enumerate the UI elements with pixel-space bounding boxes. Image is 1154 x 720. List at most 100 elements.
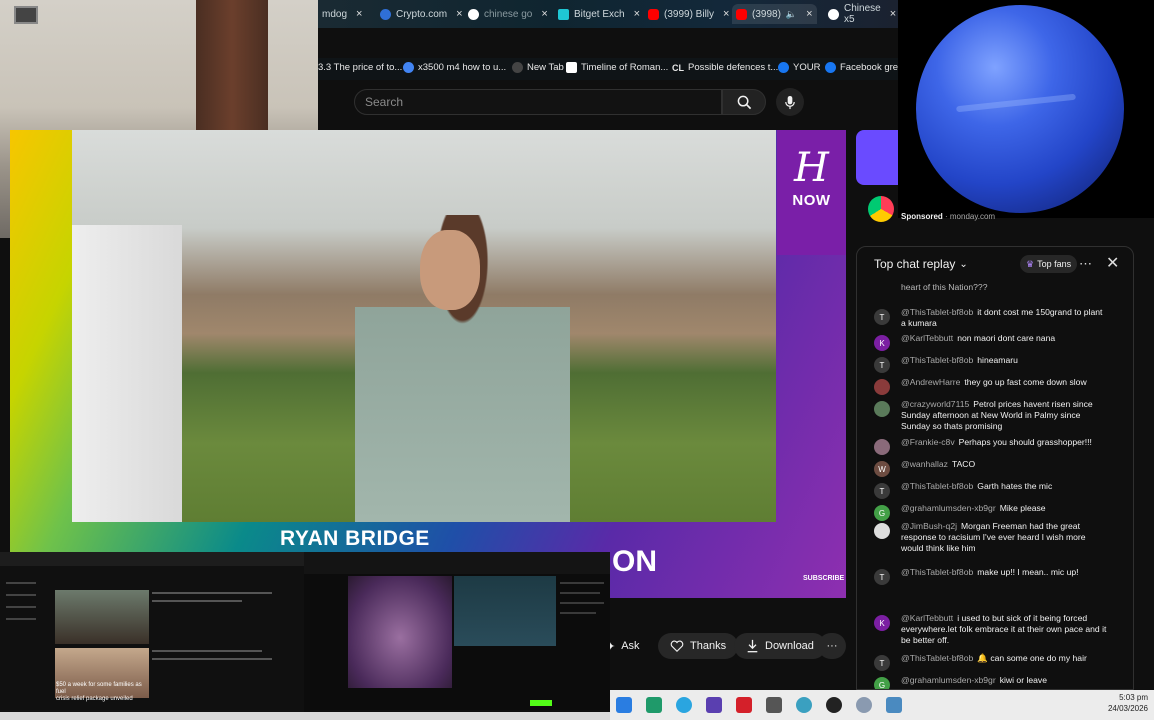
- chat-author[interactable]: @JimBush-q2j: [901, 521, 957, 531]
- chat-author[interactable]: @ThisTablet-bf8ob: [901, 653, 973, 663]
- app-icon[interactable]: [736, 697, 752, 713]
- wikipedia-icon: [566, 62, 577, 73]
- neptune-planet: [916, 5, 1124, 213]
- browser-tab[interactable]: Bitget Exch ×: [554, 4, 644, 24]
- stream-follow-button: [530, 700, 552, 706]
- start-icon[interactable]: [616, 697, 632, 713]
- bookmark[interactable]: 3.3 The price of to...: [318, 62, 402, 73]
- bookmark[interactable]: Timeline of Roman...: [566, 62, 668, 73]
- chat-message: @crazyworld7115 Petrol prices havent rise…: [901, 399, 1109, 432]
- chat-author[interactable]: @wanhallaz: [901, 459, 948, 469]
- app-icon[interactable]: [646, 697, 662, 713]
- chat-author[interactable]: @ThisTablet-bf8ob: [901, 307, 973, 317]
- close-icon[interactable]: ×: [456, 8, 462, 20]
- chat-text: hineamaru: [977, 355, 1018, 365]
- app-icon[interactable]: [706, 697, 722, 713]
- text-line: [560, 602, 604, 604]
- chat-author[interactable]: @crazyworld7115: [901, 399, 969, 409]
- voice-search-button[interactable]: [776, 88, 804, 116]
- thanks-button[interactable]: Thanks: [658, 633, 739, 659]
- chat-avatar[interactable]: T: [874, 309, 890, 325]
- chat-avatar[interactable]: K: [874, 615, 890, 631]
- bookmark[interactable]: YOUR: [778, 62, 820, 73]
- clock-time: 5:03 pm: [1119, 693, 1148, 702]
- browser-tab[interactable]: mdog ×: [318, 4, 366, 24]
- more-options-icon[interactable]: ⋯: [1079, 256, 1092, 272]
- chat-text: kiwi or leave: [999, 675, 1048, 685]
- chevron-down-icon[interactable]: ⌄: [959, 259, 967, 270]
- bookmark-label: x3500 m4 how to u...: [418, 62, 507, 73]
- chat-avatar[interactable]: T: [874, 357, 890, 373]
- browser-tab[interactable]: Chinese x5 ×: [824, 3, 900, 25]
- close-icon[interactable]: ×: [723, 8, 729, 20]
- chat-message-cutoff: great difficulty valuing Maori, a cultur…: [901, 282, 988, 292]
- chat-avatar[interactable]: K: [874, 335, 890, 351]
- bookmark[interactable]: x3500 m4 how to u...: [403, 62, 506, 73]
- system-clock[interactable]: 5:03 pm 24/03/2026: [1108, 692, 1148, 714]
- chat-author[interactable]: @grahamlumsden-xb9gr: [901, 503, 996, 513]
- tab-label: mdog: [322, 8, 348, 20]
- chat-message: @ThisTablet-bf8ob 🔔 can some one do my ha…: [901, 653, 1109, 664]
- telegram-icon[interactable]: [676, 697, 692, 713]
- close-icon[interactable]: ×: [541, 8, 547, 20]
- screen-share-left: $50 a week for some families as fuel cri…: [0, 552, 304, 712]
- chat-author[interactable]: @AndrewHarre: [901, 377, 960, 387]
- chat-author[interactable]: @KarlTebbutt: [901, 333, 953, 343]
- chat-text: 🔔 can some one do my hair: [977, 653, 1087, 663]
- chat-avatar[interactable]: T: [874, 569, 890, 585]
- crypto-icon: [380, 8, 391, 20]
- chat-author[interactable]: @grahamlumsden-xb9gr: [901, 675, 996, 685]
- chat-author[interactable]: @KarlTebbutt: [901, 613, 953, 623]
- bookmark[interactable]: Facebook green: [825, 62, 909, 73]
- chat-message: @ThisTablet-bf8ob Garth hates the mic: [901, 481, 1109, 492]
- chat-avatar[interactable]: T: [874, 483, 890, 499]
- chat-avatar[interactable]: G: [874, 505, 890, 521]
- chat-message: @AndrewHarre they go up fast come down sl…: [901, 377, 1109, 388]
- browser-tab[interactable]: Crypto.com ×: [376, 4, 467, 24]
- chat-author[interactable]: @Frankie-c8v: [901, 437, 955, 447]
- browser-tab[interactable]: chinese go ×: [464, 4, 552, 24]
- cl-icon: CL: [672, 62, 684, 73]
- chat-header: Top chat replay ⌄ ♛ Top fans ⋯ ✕: [857, 247, 1133, 281]
- settings-icon[interactable]: [856, 697, 872, 713]
- browser-tab[interactable]: (3999) Billy ×: [644, 4, 733, 24]
- chat-avatar[interactable]: G: [874, 677, 890, 689]
- chat-avatar[interactable]: W: [874, 461, 890, 477]
- chat-text: Garth hates the mic: [977, 481, 1053, 491]
- browser-tab-active[interactable]: (3998) 🔈 ×: [732, 4, 817, 24]
- app-icon[interactable]: [886, 697, 902, 713]
- top-fans-button[interactable]: ♛ Top fans: [1020, 255, 1078, 273]
- app-icon[interactable]: [796, 697, 812, 713]
- chat-author[interactable]: @ThisTablet-bf8ob: [901, 355, 973, 365]
- chat-avatar[interactable]: T: [874, 655, 890, 671]
- chat-avatar[interactable]: [874, 379, 890, 395]
- chat-avatar[interactable]: [874, 401, 890, 417]
- app-icon[interactable]: [826, 697, 842, 713]
- close-icon[interactable]: ×: [356, 8, 362, 20]
- search-button[interactable]: [722, 89, 766, 115]
- close-icon[interactable]: ×: [634, 8, 640, 20]
- download-button[interactable]: Download: [734, 633, 826, 659]
- screen-share-right: [304, 552, 610, 712]
- more-actions-button[interactable]: ···: [818, 633, 846, 659]
- chat-avatar[interactable]: [874, 523, 890, 539]
- chat-title[interactable]: Top chat replay: [874, 257, 955, 271]
- ad-banner[interactable]: [856, 130, 898, 185]
- bookmark[interactable]: CL Possible defences t...: [672, 62, 778, 73]
- bookmark[interactable]: New Tab: [512, 62, 564, 73]
- stream-video: [454, 576, 556, 646]
- browser-tab-bar: mdog × Crypto.com × chinese go × Bitget Exc…: [318, 0, 898, 28]
- search-input[interactable]: Search: [354, 89, 722, 115]
- microphone-icon: [785, 95, 795, 109]
- close-icon[interactable]: ×: [806, 8, 812, 20]
- chat-author[interactable]: @ThisTablet-bf8ob: [901, 481, 973, 491]
- close-icon[interactable]: ×: [890, 8, 896, 20]
- gamepad-icon[interactable]: [766, 697, 782, 713]
- share-headline-line: $50 a week for some families as fuel: [56, 682, 142, 695]
- chat-message: @wanhallaz TACO: [901, 459, 1109, 470]
- chat-author[interactable]: @ThisTablet-bf8ob: [901, 567, 973, 577]
- close-icon[interactable]: ✕: [1106, 253, 1119, 273]
- speaker-icon[interactable]: 🔈: [786, 9, 797, 20]
- chat-message: @ThisTablet-bf8ob it dont cost me 150gran…: [901, 307, 1109, 329]
- chat-avatar[interactable]: [874, 439, 890, 455]
